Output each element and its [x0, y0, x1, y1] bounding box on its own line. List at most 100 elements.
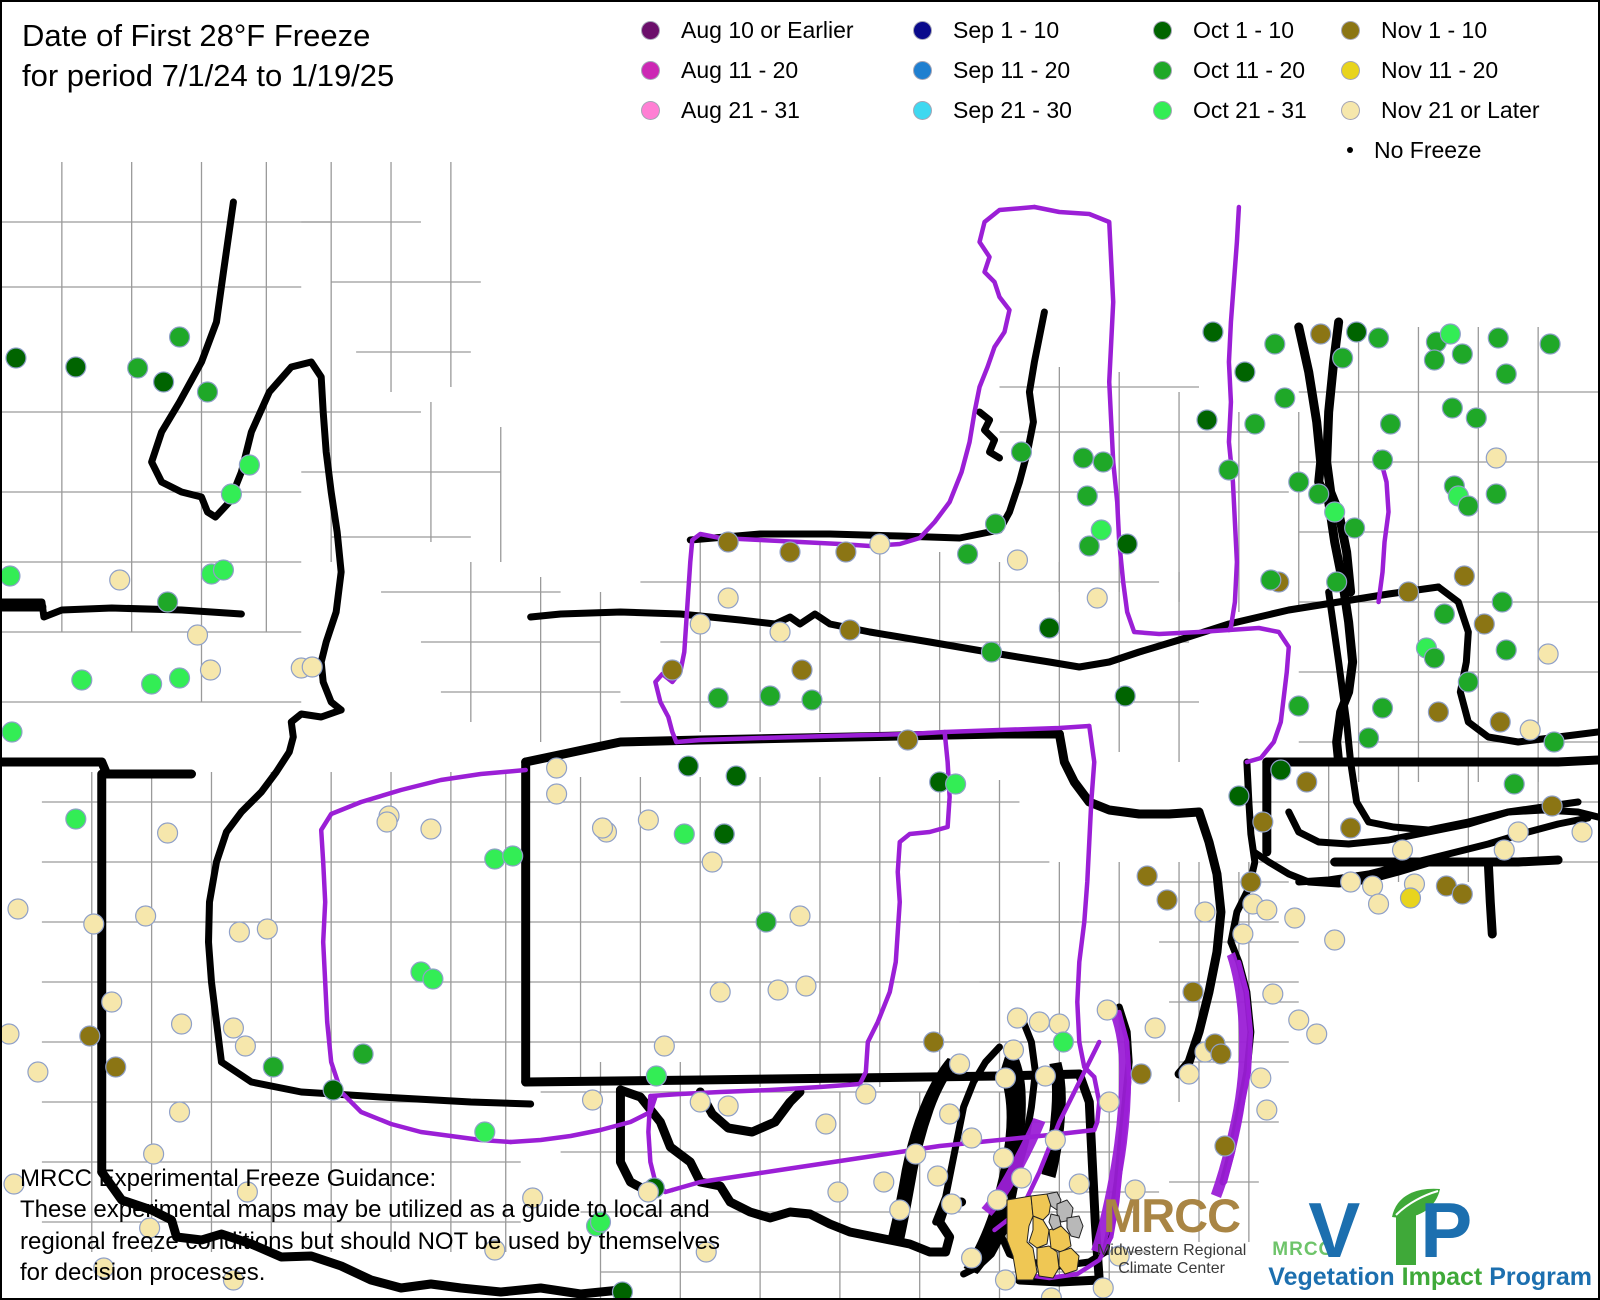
station-point[interactable] — [1306, 1023, 1328, 1045]
station-point[interactable] — [1262, 983, 1284, 1005]
station-point[interactable] — [1130, 1063, 1152, 1085]
station-point[interactable] — [1503, 773, 1525, 795]
station-point[interactable] — [1495, 363, 1517, 385]
station-point[interactable] — [1264, 333, 1286, 355]
station-point[interactable] — [220, 483, 242, 505]
station-point[interactable] — [1439, 323, 1461, 345]
station-point[interactable] — [1076, 485, 1098, 507]
vip-logo[interactable]: MRCC V P Vegetation Impact Program — [1268, 1174, 1592, 1292]
station-point[interactable] — [1038, 617, 1060, 639]
station-point[interactable] — [1473, 613, 1495, 635]
station-point[interactable] — [256, 918, 278, 940]
station-point[interactable] — [815, 1113, 837, 1135]
station-point[interactable] — [1098, 1091, 1120, 1113]
station-point[interactable] — [1397, 581, 1420, 603]
station-point[interactable] — [927, 1165, 949, 1187]
station-point[interactable] — [1288, 695, 1310, 717]
station-point[interactable] — [1361, 875, 1384, 897]
station-point[interactable] — [1371, 449, 1394, 471]
station-point[interactable] — [1002, 1039, 1025, 1061]
station-point[interactable] — [1250, 1067, 1272, 1089]
station-point[interactable] — [65, 356, 87, 378]
station-point[interactable] — [1519, 719, 1541, 741]
station-point[interactable] — [1485, 447, 1507, 469]
station-point[interactable] — [212, 559, 235, 581]
station-point[interactable] — [1537, 643, 1559, 665]
station-point[interactable] — [759, 685, 781, 707]
station-point[interactable] — [127, 357, 149, 379]
station-point[interactable] — [1044, 1129, 1066, 1151]
legend-item[interactable]: Sep 21 - 30 — [914, 90, 1072, 130]
station-point[interactable] — [960, 1247, 983, 1269]
station-point[interactable] — [1308, 483, 1330, 505]
station-point[interactable] — [869, 533, 891, 555]
station-point[interactable] — [1487, 327, 1509, 349]
station-point[interactable] — [960, 1127, 983, 1149]
station-point[interactable] — [1006, 1007, 1029, 1029]
legend-item[interactable]: Oct 11 - 20 — [1154, 50, 1307, 90]
station-point[interactable] — [717, 1095, 739, 1117]
station-point[interactable] — [301, 656, 323, 678]
station-point[interactable] — [1332, 347, 1354, 369]
station-point[interactable] — [141, 673, 163, 695]
station-point[interactable] — [352, 1043, 374, 1065]
station-point[interactable] — [1234, 361, 1256, 383]
station-point[interactable] — [1144, 1017, 1166, 1039]
station-point[interactable] — [767, 979, 789, 1001]
station-point[interactable] — [1457, 495, 1479, 517]
station-point[interactable] — [238, 454, 260, 476]
station-point[interactable] — [677, 755, 699, 777]
station-point[interactable] — [1252, 811, 1274, 833]
station-point[interactable] — [7, 898, 29, 920]
station-point[interactable] — [795, 975, 817, 997]
station-point[interactable] — [228, 921, 250, 943]
station-point[interactable] — [65, 808, 87, 830]
station-point[interactable] — [157, 591, 179, 613]
station-point[interactable] — [1453, 565, 1475, 587]
station-point[interactable] — [168, 1101, 191, 1123]
station-point[interactable] — [199, 659, 222, 681]
station-point[interactable] — [1006, 549, 1029, 571]
station-point[interactable] — [591, 817, 614, 839]
station-point[interactable] — [789, 905, 811, 927]
station-point[interactable] — [707, 687, 729, 709]
station-point[interactable] — [779, 541, 801, 563]
station-point[interactable] — [1340, 817, 1362, 839]
station-point[interactable] — [645, 1065, 667, 1087]
legend-item[interactable]: Sep 11 - 20 — [914, 50, 1072, 90]
station-point[interactable] — [1114, 685, 1136, 707]
station-point[interactable] — [1441, 397, 1463, 419]
station-point[interactable] — [1072, 447, 1094, 469]
station-point[interactable] — [1326, 571, 1348, 593]
station-point[interactable] — [791, 659, 813, 681]
station-point[interactable] — [2, 721, 23, 743]
station-point[interactable] — [484, 848, 506, 870]
station-point[interactable] — [1423, 647, 1445, 669]
station-point[interactable] — [839, 619, 861, 641]
legend-item[interactable]: Oct 1 - 10 — [1154, 10, 1307, 50]
station-point[interactable] — [420, 818, 442, 840]
station-point[interactable] — [980, 641, 1003, 663]
station-point[interactable] — [1493, 839, 1515, 861]
station-point[interactable] — [1182, 981, 1204, 1003]
station-point[interactable] — [1346, 321, 1368, 343]
station-point[interactable] — [1260, 569, 1282, 591]
station-point[interactable] — [709, 981, 731, 1003]
station-point[interactable] — [1344, 517, 1366, 539]
station-point[interactable] — [2, 1023, 20, 1045]
station-point[interactable] — [168, 326, 191, 348]
station-point[interactable] — [673, 823, 695, 845]
station-point[interactable] — [939, 1103, 961, 1125]
station-point[interactable] — [1451, 883, 1473, 905]
station-point[interactable] — [1052, 1031, 1074, 1053]
station-point[interactable] — [1228, 785, 1250, 807]
station-point[interactable] — [653, 1035, 675, 1057]
station-point[interactable] — [984, 513, 1007, 535]
station-point[interactable] — [1034, 1065, 1056, 1087]
station-point[interactable] — [1433, 603, 1455, 625]
station-point[interactable] — [949, 1053, 971, 1075]
station-point[interactable] — [502, 845, 524, 867]
station-point[interactable] — [196, 381, 219, 403]
station-point[interactable] — [1491, 591, 1513, 613]
station-point[interactable] — [1391, 839, 1414, 861]
